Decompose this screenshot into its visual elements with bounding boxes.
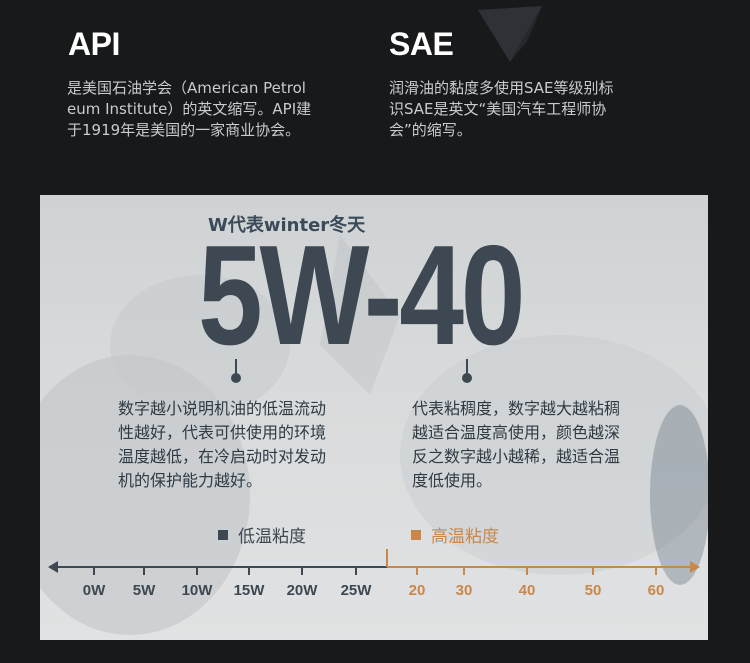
low-temp-tick-label: 5W: [132, 582, 156, 599]
left-pointer-dot: [231, 373, 241, 383]
api-title: API: [68, 26, 120, 62]
low-temp-tick-label: 0W: [82, 582, 106, 599]
sae-description: 润滑油的黏度多使用SAE等级别标 识SAE是英文“美国汽车工程师协 会”的缩写。: [389, 79, 614, 139]
high-temp-tick-label: 30: [455, 582, 473, 599]
legend-low-swatch: [218, 529, 228, 540]
legend-low-temp: 低温粘度: [218, 522, 306, 547]
low-temp-description: 数字越小说明机油的低温流动 性越好，代表可供使用的环境 温度越低，在冷启动时对发…: [118, 399, 327, 490]
high-temp-description: 代表粘稠度，数字越大越粘稠 越适合温度高使用，颜色越深 反之数字越小越稀，越适合…: [412, 399, 621, 490]
low-temp-tick-label: 10W: [181, 582, 213, 599]
right-pointer-dot: [462, 373, 472, 383]
legend-high-label: 高温粘度: [431, 527, 499, 547]
legend-high-swatch: [411, 529, 421, 540]
low-temp-tick-label: 15W: [233, 582, 265, 599]
low-temp-tick-label: 25W: [340, 582, 372, 599]
sae-title: SAE: [389, 26, 454, 62]
high-temp-tick-label: 50: [584, 582, 602, 599]
legend-high-temp: 高温粘度: [411, 522, 499, 547]
high-temp-tick-label: 20: [408, 582, 426, 599]
high-temp-tick-label: 40: [518, 582, 536, 599]
viscosity-grade-panel: W代表winter冬天 5W-40 数字越小说明机油的低温流动 性越好，代表可供…: [40, 195, 708, 640]
legend-low-label: 低温粘度: [238, 527, 306, 547]
axis-right-arrow: [690, 561, 700, 573]
high-temp-tick-label: 60: [647, 582, 665, 599]
decorative-triangle-shape: [478, 6, 542, 62]
grade-code-5w40: 5W-40: [198, 216, 526, 375]
api-description: 是美国石油学会（American Petrol eum Institute）的英…: [67, 79, 312, 139]
low-temp-tick-label: 20W: [286, 582, 318, 599]
